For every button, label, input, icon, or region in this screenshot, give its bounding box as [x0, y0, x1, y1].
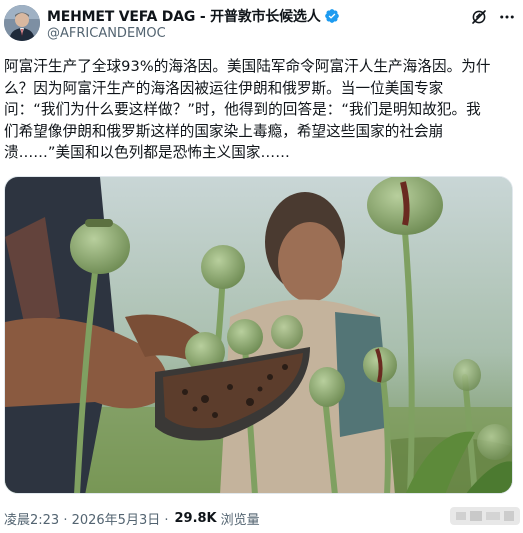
- author-handle[interactable]: @AFRICANDEMOC: [47, 26, 166, 41]
- tweet-text-line: 阿富汗生产了全球93%的海洛因。美国陆军命令阿富汗人生产海洛因。为什: [4, 58, 491, 75]
- tweet-text-line: 们希望像伊朗和俄罗斯这样的国家染上毒瘾，希望这些国家的社会崩: [4, 122, 444, 140]
- tweet-header: MEHMET VEFA DAG - 开普敦市长候选人 @AFRICANDEMOC: [0, 0, 523, 50]
- author-name-row[interactable]: MEHMET VEFA DAG - 开普敦市长候选人: [47, 6, 340, 26]
- tweet-text-line: 问：“我们为什么要这样做？”时，他得到的回答是：“我们是明知故犯。我: [4, 101, 481, 118]
- watermark-blur: [450, 507, 520, 525]
- views-label: 浏览量: [220, 513, 260, 528]
- tweet-media-photo[interactable]: [4, 176, 513, 494]
- poppy-field-photo: [5, 177, 512, 493]
- tweet-meta: 凌晨2:23 · 2026年5月3日 · 29.8K 浏览量: [4, 509, 260, 528]
- verified-badge-icon: [324, 9, 339, 23]
- tweet-text-line: 溃……”美国和以色列都是恐怖主义国家……: [4, 144, 290, 161]
- more-icon[interactable]: [497, 8, 517, 26]
- author-display-name[interactable]: MEHMET VEFA DAG - 开普敦市长候选人: [47, 6, 321, 26]
- views-count: 29.8K: [174, 511, 217, 526]
- tweet-text-line: 么？因为阿富汗生产的海洛因被运往伊朗和俄罗斯。当一位美国专家: [4, 79, 444, 97]
- avatar[interactable]: [4, 5, 40, 41]
- grok-icon[interactable]: [470, 8, 488, 26]
- tweet-timestamp[interactable]: 凌晨2:23 · 2026年5月3日 ·: [4, 509, 168, 528]
- tweet-text: 阿富汗生产了全球93%的海洛因。美国陆军命令阿富汗人生产海洛因。为什 么？因为阿…: [4, 56, 519, 164]
